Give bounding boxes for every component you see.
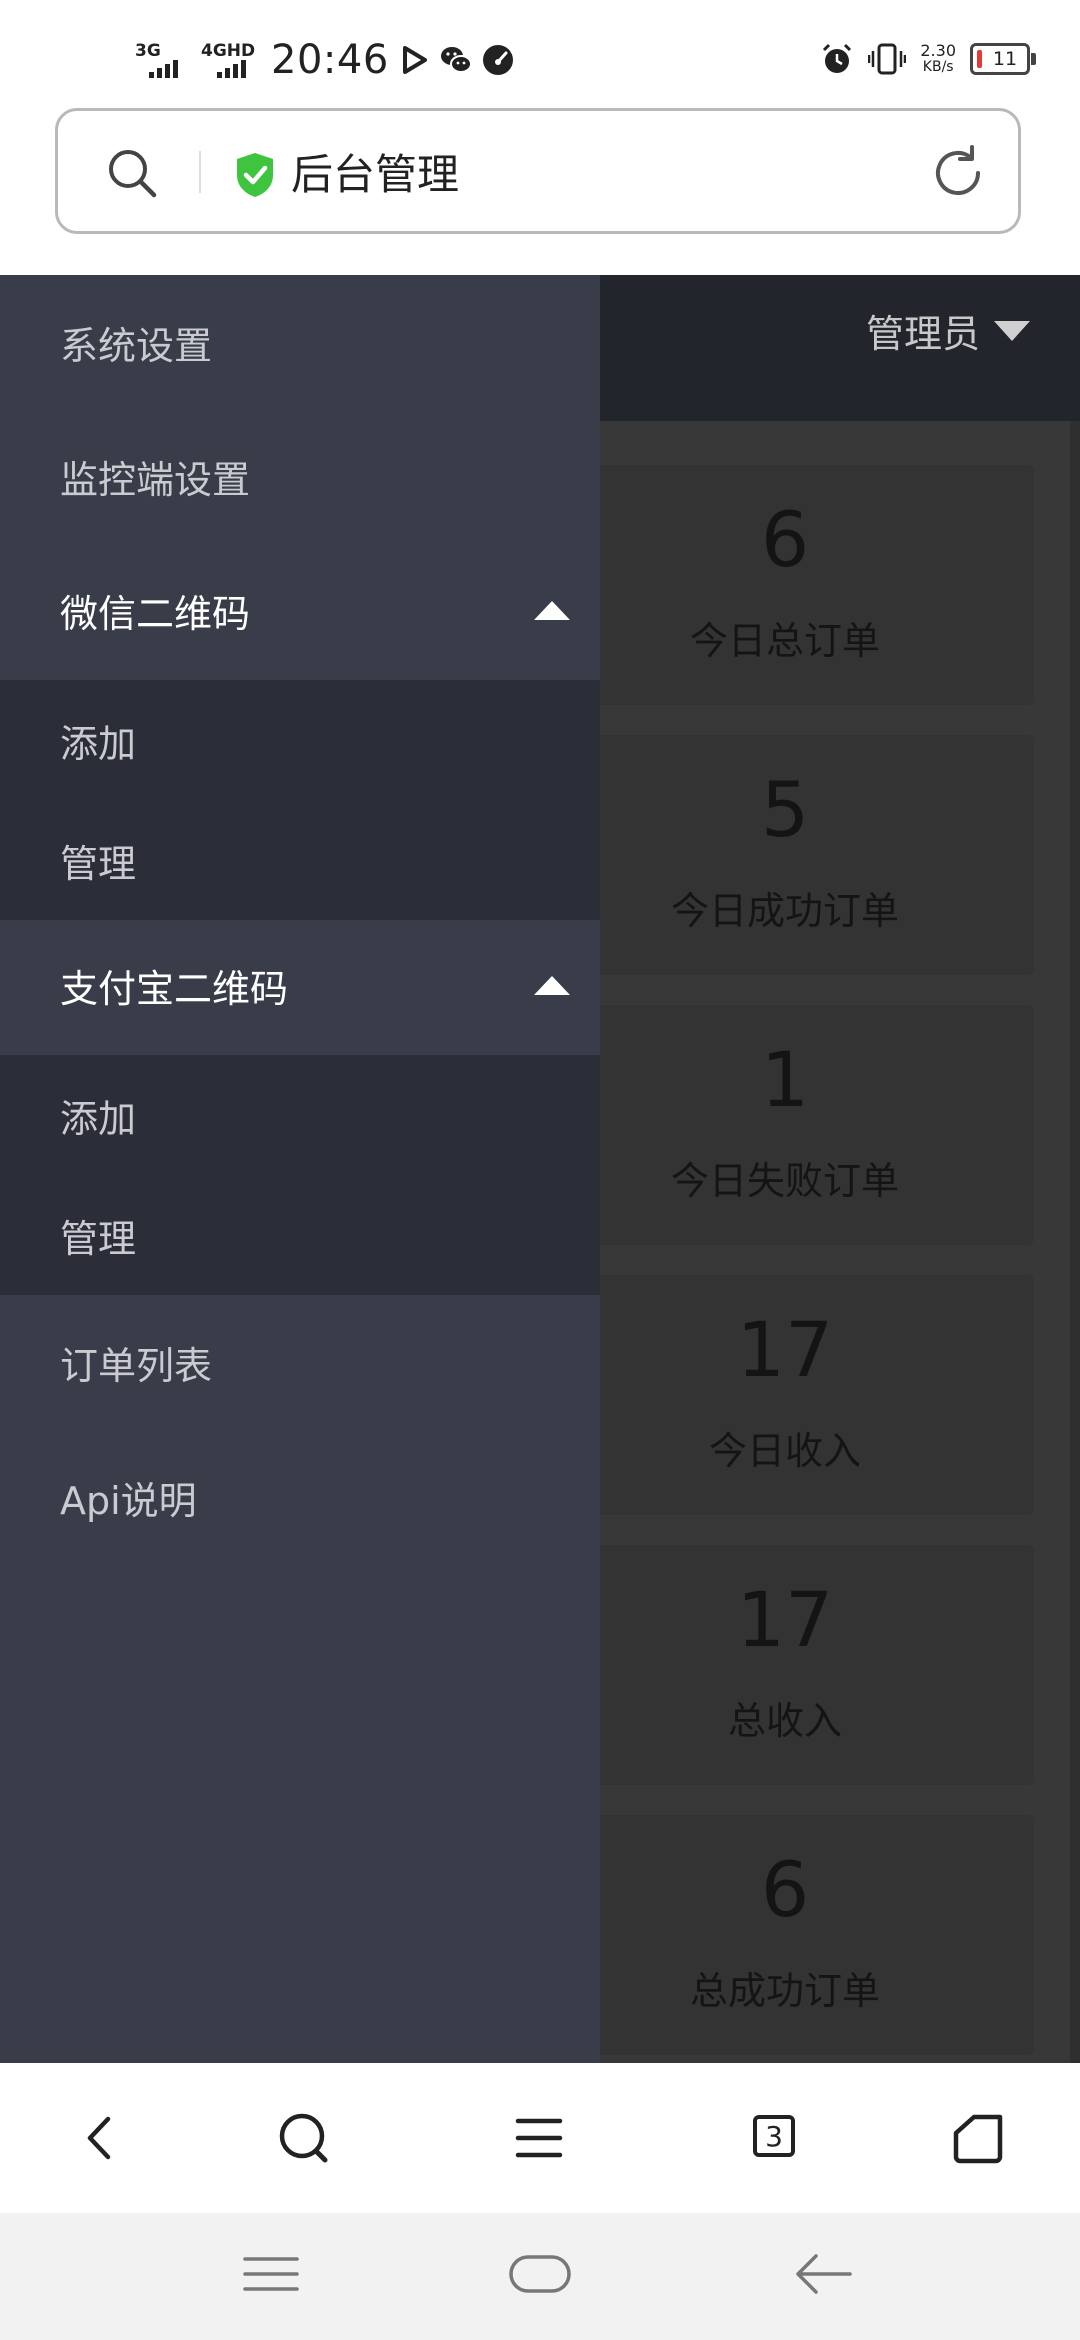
tabs-icon[interactable]: 3 [753, 2115, 795, 2157]
sidebar-item-label: 支付宝二维码 [60, 966, 289, 1011]
network-label: 3G [135, 41, 161, 61]
sidebar-item-alipay-qrcode[interactable]: 支付宝二维码 [0, 918, 600, 1052]
stat-card: 6 总成功订单 [540, 1815, 1034, 2055]
reload-icon[interactable] [928, 143, 988, 203]
sidebar-item-api-docs[interactable]: Api说明 [0, 1430, 600, 1564]
user-menu-label: 管理员 [865, 312, 980, 356]
signal-3g: 3G [135, 40, 193, 80]
search-icon[interactable] [271, 2105, 337, 2171]
page-title[interactable]: 后台管理 [291, 141, 459, 202]
sidebar-item-label: 系统设置 [60, 323, 213, 368]
chevron-up-icon [534, 976, 570, 995]
play-icon [402, 46, 427, 74]
submenu-wechat: 添加 管理 [0, 680, 600, 920]
sidebar-item-label: 订单列表 [60, 1343, 213, 1388]
alarm-icon [823, 43, 852, 73]
sidebar-item-system-settings[interactable]: 系统设置 [0, 275, 600, 409]
stat-card: 1 今日失败订单 [540, 1005, 1034, 1245]
submenu-item-label: 添加 [60, 1096, 137, 1141]
vibrate-icon [868, 43, 907, 75]
speed-unit: KB/s [922, 59, 954, 75]
stat-card: 17 今日收入 [540, 1275, 1034, 1515]
status-bar: 3G 4GHD 20:46 2.30 KB/s 11 [0, 0, 1080, 105]
submenu-item-label: 管理 [60, 1216, 137, 1261]
submenu-item-add[interactable]: 添加 [0, 1055, 600, 1175]
chevron-down-icon [994, 320, 1030, 341]
sidebar-item-wechat-qrcode[interactable]: 微信二维码 [0, 543, 600, 677]
system-nav-bar [0, 2213, 1080, 2340]
wechat-icon [440, 47, 472, 73]
status-left: 3G 4GHD 20:46 [135, 32, 515, 88]
clock: 20:46 [271, 37, 389, 83]
submenu-item-manage[interactable]: 管理 [0, 1175, 600, 1295]
tab-count: 3 [765, 2119, 783, 2153]
divider [199, 151, 201, 193]
scrollbar[interactable] [1070, 421, 1080, 2063]
network-speed: 2.30 KB/s [920, 42, 956, 76]
submenu-item-label: 管理 [60, 841, 137, 886]
address-bar[interactable]: 后台管理 [55, 108, 1021, 234]
home-icon[interactable] [946, 2105, 1012, 2171]
browser-toolbar: 3 [0, 2063, 1080, 2213]
menu-icon[interactable] [506, 2105, 572, 2171]
home-pill-icon[interactable] [508, 2249, 572, 2299]
user-menu[interactable]: 管理员 [866, 303, 1030, 358]
speed-value: 2.30 [920, 41, 956, 60]
sidebar-item-monitor-settings[interactable]: 监控端设置 [0, 409, 600, 543]
battery-level: 11 [992, 48, 1018, 70]
sidebar-item-label: 监控端设置 [60, 457, 251, 502]
back-arrow-icon[interactable] [792, 2249, 856, 2299]
back-icon[interactable] [68, 2105, 134, 2171]
stat-card: 5 今日成功订单 [540, 735, 1034, 975]
search-icon[interactable] [104, 145, 160, 201]
submenu-item-add[interactable]: 添加 [0, 680, 600, 800]
stat-card: 17 总收入 [540, 1545, 1034, 1785]
sidebar-item-label: Api说明 [60, 1478, 197, 1523]
sidebar-drawer: 系统设置 监控端设置 微信二维码 添加 管理 支付宝二维码 添加 管理 订单列表… [0, 275, 600, 2063]
submenu-item-label: 添加 [60, 721, 137, 766]
recents-icon[interactable] [239, 2249, 303, 2299]
shield-check-icon [237, 153, 273, 197]
battery-indicator: 11 [970, 43, 1036, 75]
speedometer-icon [482, 45, 513, 75]
status-right: 2.30 KB/s 11 [820, 34, 1036, 84]
submenu-alipay: 添加 管理 [0, 1055, 600, 1295]
stat-card: 6 今日总订单 [540, 465, 1034, 705]
sidebar-item-order-list[interactable]: 订单列表 [0, 1295, 600, 1429]
signal-4ghd: 4GHD [201, 40, 259, 80]
chevron-up-icon [534, 601, 570, 620]
sidebar-item-label: 微信二维码 [60, 591, 251, 636]
submenu-item-manage[interactable]: 管理 [0, 800, 600, 920]
network-label: 4GHD [201, 41, 256, 61]
